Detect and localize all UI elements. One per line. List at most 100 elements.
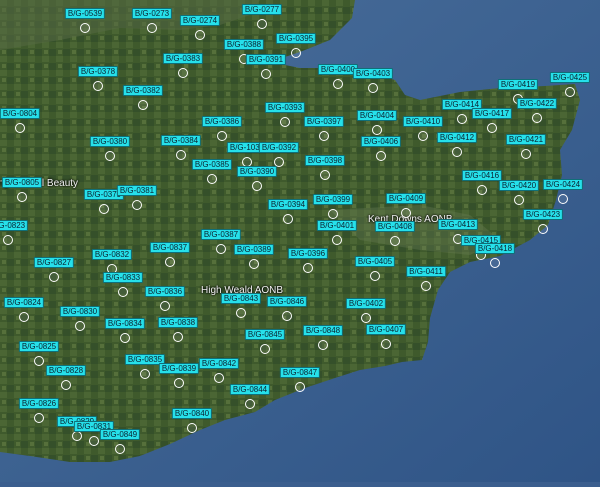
marker-label[interactable]: B/G-0378	[77, 66, 119, 77]
map-marker[interactable]: B/G-0404	[356, 110, 398, 135]
marker-label[interactable]: B/G-0277	[241, 4, 283, 15]
marker-ring-icon[interactable]	[165, 257, 175, 267]
marker-ring-icon[interactable]	[34, 413, 44, 423]
marker-label[interactable]: B/G-0395	[275, 33, 317, 44]
marker-ring-icon[interactable]	[19, 312, 29, 322]
marker-ring-icon[interactable]	[538, 224, 548, 234]
marker-label[interactable]: B/G-0409	[385, 193, 427, 204]
marker-ring-icon[interactable]	[138, 100, 148, 110]
map-marker[interactable]: B/G-0846	[266, 296, 308, 321]
map-marker[interactable]: B/G-0393	[264, 102, 306, 127]
map-marker[interactable]: B/G-0420	[498, 180, 540, 205]
map-marker[interactable]: B/G-0844	[229, 384, 271, 409]
marker-label[interactable]: B/G-0421	[505, 134, 547, 145]
marker-ring-icon[interactable]	[390, 236, 400, 246]
marker-ring-icon[interactable]	[15, 123, 25, 133]
marker-ring-icon[interactable]	[61, 380, 71, 390]
marker-label[interactable]: B/G-0848	[302, 325, 344, 336]
marker-ring-icon[interactable]	[3, 235, 13, 245]
marker-label[interactable]: B/G-0273	[131, 8, 173, 19]
map-marker[interactable]: B/G-0410	[402, 116, 444, 141]
map-marker[interactable]: B/G-0416	[461, 170, 503, 195]
map-marker[interactable]: B/G-0839	[158, 363, 200, 388]
marker-label[interactable]: B/G-0391	[245, 54, 287, 65]
marker-ring-icon[interactable]	[99, 204, 109, 214]
marker-label[interactable]: B/G-0805	[1, 177, 43, 188]
marker-ring-icon[interactable]	[120, 333, 130, 343]
marker-label[interactable]: B/G-0399	[312, 194, 354, 205]
map-marker[interactable]: B/G-0843	[220, 293, 262, 318]
marker-label[interactable]: B/G-0423	[522, 209, 564, 220]
marker-label[interactable]: B/G-0836	[144, 286, 186, 297]
map-marker[interactable]: B/G-0415	[460, 235, 502, 260]
marker-ring-icon[interactable]	[291, 48, 301, 58]
marker-label[interactable]: B/G-0383	[162, 53, 204, 64]
map-marker[interactable]: B/G-0405	[354, 256, 396, 281]
marker-label[interactable]: B/G-0832	[91, 249, 133, 260]
map-marker[interactable]: B/G-0273	[131, 8, 173, 33]
marker-ring-icon[interactable]	[318, 340, 328, 350]
map-marker[interactable]: B/G-0805	[1, 177, 43, 202]
marker-label[interactable]: B/G-0842	[198, 358, 240, 369]
marker-ring-icon[interactable]	[372, 125, 382, 135]
marker-label[interactable]: B/G-0849	[99, 429, 141, 440]
marker-label[interactable]: B/G-0397	[303, 116, 345, 127]
map-marker[interactable]: B/G-0274	[179, 15, 221, 40]
map-marker[interactable]: B/G-0826	[18, 398, 60, 423]
marker-label[interactable]: B/G-0387	[200, 229, 242, 240]
map-marker[interactable]: B/G-0412	[436, 132, 478, 157]
map-marker[interactable]: B/G-0828	[45, 365, 87, 390]
marker-ring-icon[interactable]	[236, 308, 246, 318]
map-marker[interactable]: B/G-1031	[226, 142, 268, 167]
marker-label[interactable]: B/G-0418	[474, 243, 516, 254]
map-marker[interactable]: B/G-0378	[77, 66, 119, 91]
marker-ring-icon[interactable]	[174, 378, 184, 388]
map-marker[interactable]: B/G-0414	[441, 99, 483, 124]
map-marker[interactable]: B/G-0406	[360, 136, 402, 161]
marker-label[interactable]: B/G-0845	[244, 329, 286, 340]
map-marker[interactable]: B/G-0407	[365, 324, 407, 349]
marker-label[interactable]: B/G-0833	[102, 272, 144, 283]
marker-label[interactable]: B/G-0825	[18, 341, 60, 352]
marker-ring-icon[interactable]	[140, 369, 150, 379]
marker-label[interactable]: B/G-0804	[0, 108, 41, 119]
map-marker[interactable]: B/G-0390	[236, 166, 278, 191]
marker-ring-icon[interactable]	[361, 313, 371, 323]
marker-ring-icon[interactable]	[160, 301, 170, 311]
marker-ring-icon[interactable]	[490, 258, 500, 268]
map-marker[interactable]: B/G-0422	[516, 98, 558, 123]
map-marker[interactable]: B/G-0392	[258, 142, 300, 167]
marker-label[interactable]: B/G-0386	[201, 116, 243, 127]
map-marker[interactable]: B/G-0389	[233, 244, 275, 269]
marker-label[interactable]: B/G-0424	[542, 179, 584, 190]
map-marker[interactable]: B/G-0399	[312, 194, 354, 219]
marker-label[interactable]: B/G-0847	[279, 367, 321, 378]
map-marker[interactable]: B/G-0387	[200, 229, 242, 254]
marker-ring-icon[interactable]	[147, 23, 157, 33]
map-marker[interactable]: B/G-0837	[149, 242, 191, 267]
marker-ring-icon[interactable]	[319, 131, 329, 141]
map-marker[interactable]: B/G-0388	[223, 39, 265, 64]
map-marker[interactable]: B/G-0417	[471, 108, 513, 133]
marker-label[interactable]: B/G-0396	[287, 248, 329, 259]
marker-label[interactable]: B/G-0539	[64, 8, 106, 19]
marker-ring-icon[interactable]	[173, 332, 183, 342]
marker-label[interactable]: B/G-0392	[258, 142, 300, 153]
marker-ring-icon[interactable]	[216, 244, 226, 254]
marker-label[interactable]: B/G-0384	[160, 135, 202, 146]
marker-label[interactable]: B/G-0420	[498, 180, 540, 191]
marker-label[interactable]: B/G-0840	[171, 408, 213, 419]
marker-ring-icon[interactable]	[132, 200, 142, 210]
marker-label[interactable]: B/G-0824	[3, 297, 45, 308]
marker-label[interactable]: B/G-0380	[89, 136, 131, 147]
map-marker[interactable]: B/G-0832	[91, 249, 133, 274]
marker-ring-icon[interactable]	[320, 170, 330, 180]
marker-ring-icon[interactable]	[283, 214, 293, 224]
map-marker[interactable]: B/G-0386	[201, 116, 243, 141]
marker-ring-icon[interactable]	[214, 373, 224, 383]
marker-ring-icon[interactable]	[521, 149, 531, 159]
map-marker[interactable]: B/G-0397	[303, 116, 345, 141]
marker-label[interactable]: B/G-0834	[104, 318, 146, 329]
map-marker[interactable]: B/G-0400	[317, 64, 359, 89]
marker-label[interactable]: B/G-0394	[267, 199, 309, 210]
